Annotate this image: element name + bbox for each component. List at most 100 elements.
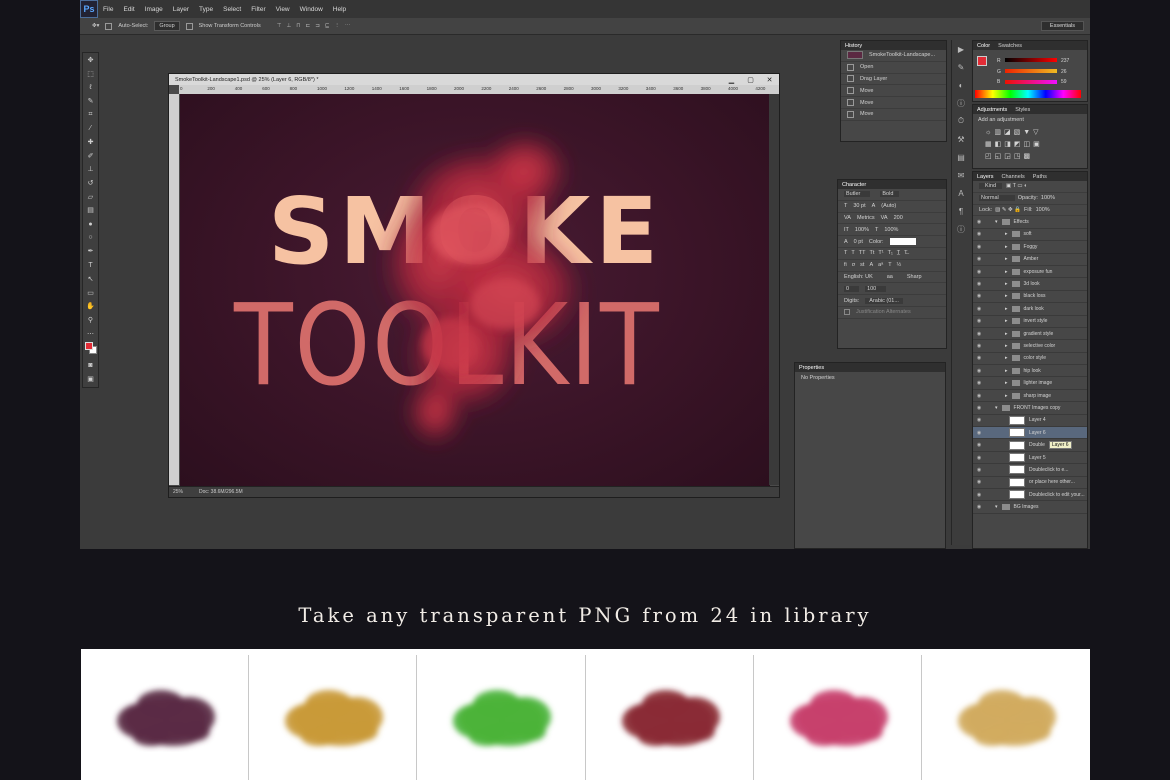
paragraph-icon[interactable]: ¶ (952, 202, 970, 220)
history-brush-icon[interactable]: ↺ (83, 176, 98, 190)
move-icon[interactable]: ✥ (83, 53, 98, 67)
visibility-eye-icon[interactable]: ◉ (973, 293, 985, 299)
horizontal-scale-field[interactable]: 100% (884, 227, 898, 233)
properties-tab[interactable]: Properties (799, 365, 824, 371)
lasso-icon[interactable]: ℓ (83, 80, 98, 94)
align-right-icon[interactable]: ⊑ (325, 23, 330, 29)
b-slider[interactable] (1005, 80, 1057, 84)
underline-icon[interactable]: T̲ (897, 250, 900, 256)
expand-arrow-icon[interactable]: ▸ (1005, 355, 1008, 361)
stamp-icon[interactable]: ⊥ (83, 163, 98, 177)
all-caps-icon[interactable]: TT (859, 250, 866, 256)
layer-row[interactable]: ◉ ▸ black loss (973, 291, 1087, 304)
layer-row[interactable]: ◉ or place here other... (973, 477, 1087, 489)
visibility-eye-icon[interactable]: ◉ (973, 269, 985, 275)
info-icon[interactable]: ⓘ (952, 94, 970, 112)
menu-type[interactable]: Type (194, 6, 218, 13)
expand-arrow-icon[interactable]: ▸ (1005, 256, 1008, 262)
eraser-icon[interactable]: ▱ (83, 190, 98, 204)
screen-mode-icon[interactable]: ▣ (83, 372, 98, 386)
filter-icons[interactable]: ▣ T ▭ ◐ (1006, 183, 1027, 189)
workspace-dropdown[interactable]: Essentials (1040, 21, 1084, 31)
visibility-eye-icon[interactable]: ◉ (973, 417, 985, 423)
zoom-icon[interactable]: ⚲ (83, 313, 98, 327)
color-swatches[interactable] (83, 340, 98, 358)
extra-icon[interactable]: ⋯ (83, 327, 98, 341)
g-value[interactable]: 26 (1061, 67, 1069, 78)
vertical-scrollbar[interactable] (769, 94, 779, 485)
fill-field[interactable]: 100% (1036, 207, 1050, 213)
layer-row[interactable]: ◉ ▸ lighter image (973, 377, 1087, 390)
old-style-icon[interactable]: σ (852, 262, 855, 268)
visibility-eye-icon[interactable]: ◉ (973, 256, 985, 262)
menu-edit[interactable]: Edit (118, 6, 139, 13)
layer-row[interactable]: ◉ ▸ hip look (973, 365, 1087, 378)
library-png-thumbnail[interactable] (417, 649, 586, 780)
ligature-icon[interactable]: fi (844, 262, 847, 268)
menu-filter[interactable]: Filter (246, 6, 270, 13)
adjustment-icons-row1[interactable]: ☼▥◪▧▼▽ (973, 126, 1087, 138)
quick-mask-icon[interactable]: ◙ (83, 358, 98, 372)
expand-arrow-icon[interactable]: ▾ (995, 504, 998, 510)
character-icon[interactable]: A (952, 184, 970, 202)
font-style-dropdown[interactable]: Bold (880, 191, 900, 198)
history-snapshot[interactable]: SmokeToolkit-Landscape... (841, 50, 946, 62)
swash-icon[interactable]: A (869, 262, 873, 268)
layer-row[interactable]: ◉ ▾ BG Images (973, 501, 1087, 514)
b-value[interactable]: 59 (1061, 77, 1069, 88)
eyedropper-icon[interactable]: ⁄ (83, 121, 98, 135)
indent-field[interactable]: 0 (844, 285, 860, 292)
align-middle-icon[interactable]: ⊥ (287, 23, 292, 29)
align-top-icon[interactable]: ⊤ (277, 23, 282, 29)
tool-preset-icon[interactable]: ⚒ (952, 130, 970, 148)
menu-file[interactable]: File (98, 6, 118, 13)
layer-row[interactable]: ◉ ▸ exposure fun (973, 266, 1087, 279)
visibility-eye-icon[interactable]: ◉ (973, 455, 985, 461)
layer-row[interactable]: ◉ Layer 4 (973, 415, 1087, 428)
expand-arrow-icon[interactable]: ▸ (1005, 343, 1008, 349)
visibility-eye-icon[interactable]: ◉ (973, 430, 985, 436)
layer-row[interactable]: ◉ ▸ soft (973, 229, 1087, 242)
visibility-eye-icon[interactable]: ◉ (973, 467, 985, 473)
distribute-icon[interactable]: ⋮ (334, 23, 340, 29)
layers-tab[interactable]: Layers (977, 174, 994, 180)
brush-icon[interactable]: ✐ (83, 149, 98, 163)
menu-layer[interactable]: Layer (168, 6, 194, 13)
swatches-tab[interactable]: Swatches (998, 43, 1022, 49)
expand-arrow-icon[interactable]: ▸ (1005, 368, 1008, 374)
align-left-icon[interactable]: ⊏ (306, 23, 311, 29)
visibility-eye-icon[interactable]: ◉ (973, 219, 985, 225)
layer-row[interactable]: ◉ ▸ 3d look (973, 278, 1087, 291)
shape-icon[interactable]: ▭ (83, 286, 98, 300)
layer-row[interactable]: ◉ ▸ color style (973, 353, 1087, 366)
auto-select-dropdown[interactable]: Group (154, 21, 180, 31)
expand-arrow-icon[interactable]: ▸ (1005, 269, 1008, 275)
ordinal-icon[interactable]: aᵃ (878, 262, 883, 268)
visibility-eye-icon[interactable]: ◉ (973, 479, 985, 485)
close-icon[interactable]: ✕ (760, 74, 779, 85)
dodge-icon[interactable]: ○ (83, 231, 98, 245)
font-size-field[interactable]: 30 pt (853, 203, 865, 209)
visibility-eye-icon[interactable]: ◉ (973, 244, 985, 250)
stylistic-icon[interactable]: st (860, 262, 864, 268)
library-png-thumbnail[interactable] (754, 649, 922, 780)
visibility-eye-icon[interactable]: ◉ (973, 306, 985, 312)
expand-arrow-icon[interactable]: ▸ (1005, 318, 1008, 324)
clone-source-icon[interactable]: ◐ (952, 76, 970, 94)
expand-arrow-icon[interactable]: ▸ (1005, 331, 1008, 337)
blur-icon[interactable]: ● (83, 217, 98, 231)
canvas[interactable]: SMOKE TOOLKIT (180, 94, 770, 488)
adjustment-icons-row3[interactable]: ◰◱◲◳▩ (973, 150, 1087, 162)
expand-arrow-icon[interactable]: ▸ (1005, 306, 1008, 312)
visibility-eye-icon[interactable]: ◉ (973, 331, 985, 337)
subscript-icon[interactable]: T₁ (888, 250, 893, 256)
healing-icon[interactable]: ✚ (83, 135, 98, 149)
quick-select-icon[interactable]: ✎ (83, 94, 98, 108)
superscript-icon[interactable]: T¹ (878, 250, 883, 256)
hand-icon[interactable]: ✋ (83, 299, 98, 313)
channels-tab[interactable]: Channels (1002, 174, 1025, 180)
layer-row[interactable]: ◉ Doubleclick to e... (973, 464, 1087, 477)
menu-select[interactable]: Select (218, 6, 246, 13)
expand-arrow-icon[interactable]: ▾ (995, 219, 998, 225)
history-item[interactable]: Move (841, 97, 946, 109)
